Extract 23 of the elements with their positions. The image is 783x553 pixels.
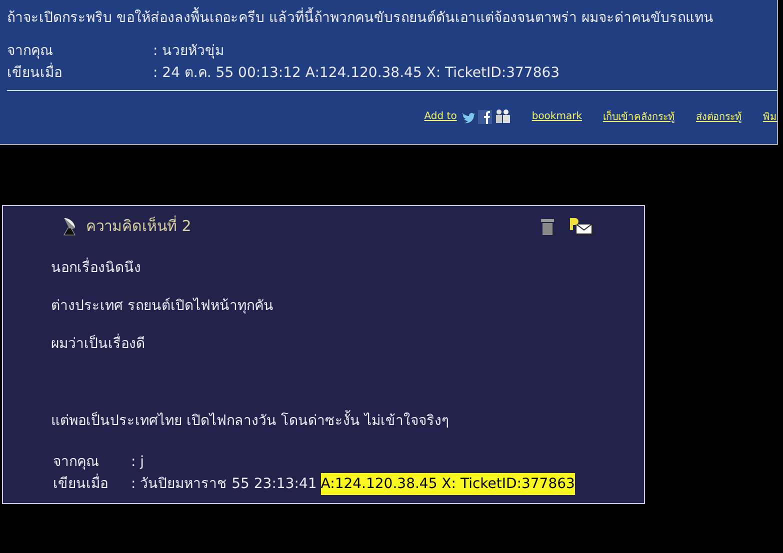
post-link[interactable]: เก็บเข้าคลังกระทู้ xyxy=(603,109,675,124)
post-link[interactable]: พิม xyxy=(763,109,777,124)
post-link[interactable]: ส่งต่อกระทู้ xyxy=(696,109,742,124)
comment-paragraph: นอกเรื่องนิดนึง xyxy=(51,260,596,276)
meta-label: เขียนเมื่อ xyxy=(7,62,153,84)
highlighted-ip: A:124.120.38.45 X: TicketID:377863 xyxy=(320,473,575,495)
people-icon[interactable] xyxy=(494,109,511,124)
meta-value: : 24 ต.ค. 55 00:13:12 A:124.120.38.45 X: TicketID:377863 xyxy=(153,64,560,83)
meta-label: จากคุณ xyxy=(53,453,100,472)
meta-value: : วันปิยมหาราช 55 23:13:41 xyxy=(131,475,317,494)
mail-icon[interactable] xyxy=(569,218,593,234)
meta-value: : j xyxy=(131,453,144,472)
meta-value: : นวยหัวขุ่ม xyxy=(153,42,224,61)
post-link[interactable]: bookmark xyxy=(532,111,582,122)
facebook-icon[interactable] xyxy=(478,110,492,124)
meta-label: เขียนเมื่อ xyxy=(53,473,131,495)
comment-paragraph: ต่างประเทศ รถยนต์เปิดไฟหน้าทุกคัน xyxy=(51,298,274,314)
post-text: ถ้าจะเปิดกระพริบ ขอให้ส่องลงพื้นเถอะครีบ แล้วที่นี้ถ้าพวกคนขับรถยนต์ดันเอาแต่จ้องจนตาพร่า ผมจะด่าคนขับรถแทน xyxy=(7,6,777,28)
add-to-link[interactable]: Add to xyxy=(424,111,457,122)
meta-label: จากคุณ xyxy=(7,42,54,61)
comment-paragraph: ผมว่าเป็นเรื่องดี xyxy=(51,336,596,352)
trash-icon[interactable] xyxy=(541,218,554,234)
comment-title: ความคิดเห็นที่ 2 xyxy=(86,214,192,237)
